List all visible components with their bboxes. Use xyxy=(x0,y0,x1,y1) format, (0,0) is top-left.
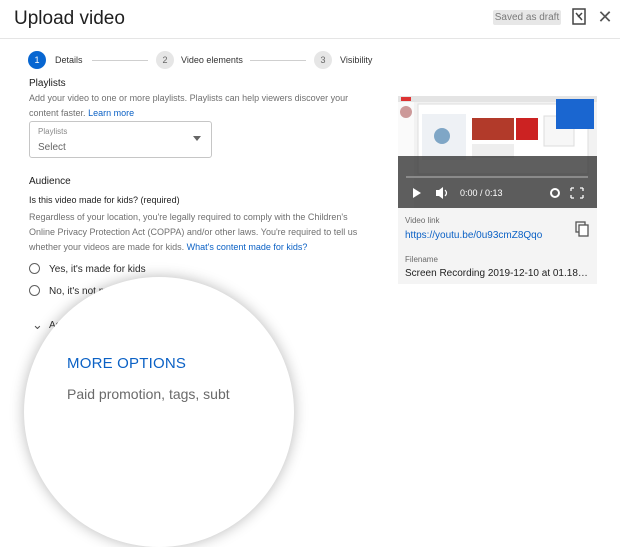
magnifier-overlay: MORE OPTIONS Paid promotion, tags, subt xyxy=(24,277,294,547)
playlists-select-value: Select xyxy=(38,142,66,153)
playlists-description: Add your video to one or more playlists.… xyxy=(29,91,369,121)
playlists-heading: Playlists xyxy=(29,78,66,89)
dropdown-arrow-icon xyxy=(193,136,201,141)
video-player[interactable]: 0:00 / 0:13 xyxy=(398,96,597,208)
saved-as-draft-badge: Saved as draft xyxy=(493,10,561,25)
close-icon[interactable]: ✕ xyxy=(596,8,614,26)
chevron-down-icon[interactable]: ⌄ xyxy=(32,317,43,333)
step-connector xyxy=(92,60,148,61)
alert-icon[interactable] xyxy=(568,6,590,28)
audience-heading: Audience xyxy=(29,176,71,187)
more-options-title[interactable]: MORE OPTIONS xyxy=(67,355,186,372)
learn-more-link[interactable]: Learn more xyxy=(88,108,134,118)
step-2-label[interactable]: Video elements xyxy=(181,55,243,65)
yes-kids-radio[interactable] xyxy=(29,263,40,274)
yes-kids-label[interactable]: Yes, it's made for kids xyxy=(49,264,146,275)
copy-icon[interactable] xyxy=(575,221,589,237)
header-divider xyxy=(0,38,620,39)
filename-label: Filename xyxy=(405,255,438,264)
more-options-subtitle: Paid promotion, tags, subt xyxy=(67,386,230,402)
made-for-kids-link[interactable]: What's content made for kids? xyxy=(187,242,308,252)
step-1-circle[interactable]: 1 xyxy=(28,51,46,69)
dialog-title: Upload video xyxy=(14,8,125,29)
video-link-url[interactable]: https://youtu.be/0u93cmZ8Qqo xyxy=(405,230,542,241)
filename-value: Screen Recording 2019-12-10 at 01.18… xyxy=(405,268,588,279)
step-2-circle[interactable]: 2 xyxy=(156,51,174,69)
step-3-label[interactable]: Visibility xyxy=(340,55,372,65)
playlists-description-text: Add your video to one or more playlists.… xyxy=(29,93,349,118)
video-link-label: Video link xyxy=(405,216,440,225)
playlists-select-label: Playlists xyxy=(38,127,68,136)
video-time: 0:00 / 0:13 xyxy=(460,188,503,198)
no-kids-radio[interactable] xyxy=(29,285,40,296)
playlists-select[interactable]: Playlists Select xyxy=(29,121,212,158)
video-preview-card: 0:00 / 0:13 Video link https://youtu.be/… xyxy=(398,96,597,284)
step-connector xyxy=(250,60,306,61)
coppa-description: Regardless of your location, you're lega… xyxy=(29,210,369,255)
step-3-circle[interactable]: 3 xyxy=(314,51,332,69)
kids-question: Is this video made for kids? (required) xyxy=(29,195,180,205)
step-1-label[interactable]: Details xyxy=(55,55,83,65)
